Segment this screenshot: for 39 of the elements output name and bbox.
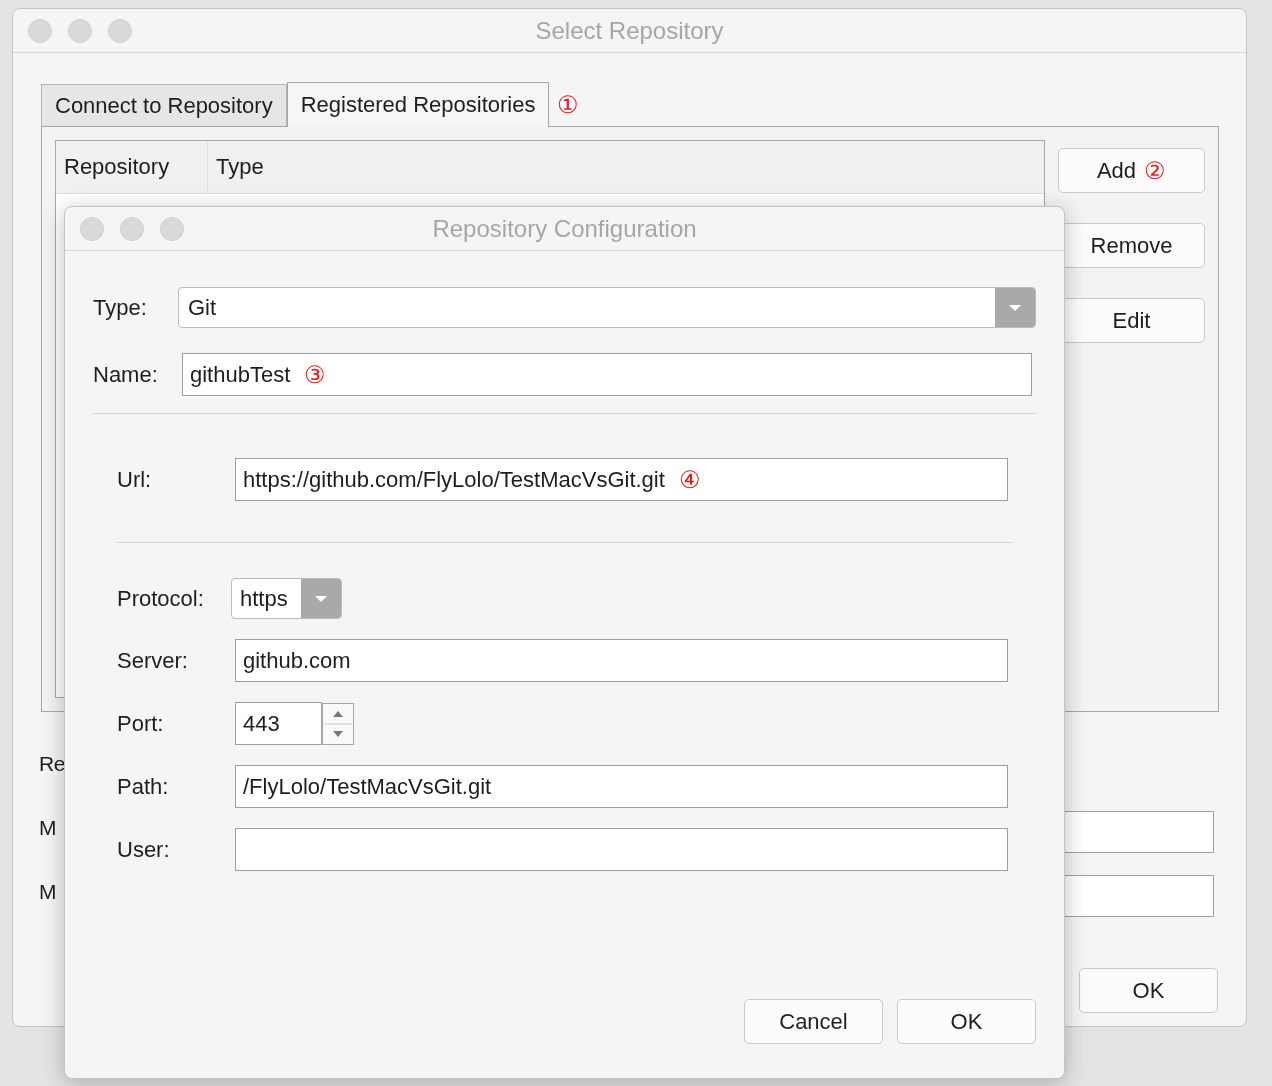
side-button[interactable]: Add ② [1058,148,1205,193]
dropdown-arrow-icon [301,579,341,618]
window-button[interactable] [160,216,184,241]
annotation-number: ① [557,90,580,119]
field-label: Server: [117,647,189,674]
dialog-button[interactable]: Cancel [744,999,883,1044]
window-button[interactable] [108,18,132,43]
field-label: Protocol: [117,585,205,612]
text-field[interactable]: github.com [235,639,1008,682]
field-label: User: [117,836,171,863]
port-field[interactable]: 443 [235,702,322,745]
window-button[interactable] [68,18,92,43]
window-button[interactable] [28,18,52,43]
field-label: Url: [117,466,153,493]
stepper-icon[interactable] [322,702,354,745]
name-field[interactable]: githubTest ③ [182,353,1032,396]
field-label: M [39,880,57,904]
ok-button[interactable]: OK [1079,968,1218,1013]
type-dropdown[interactable]: Git [178,287,1036,328]
column-header[interactable]: Type [208,141,272,193]
window-title: Repository Configuration [432,214,697,243]
tab[interactable]: Connect to Repository [41,84,287,126]
protocol-dropdown[interactable]: https [231,578,342,619]
field-label: Type: [93,294,148,321]
field-label: Name: [93,361,159,388]
url-field[interactable]: https://github.com/FlyLolo/TestMacVsGit.git ④ [235,458,1008,501]
field-label: Port: [117,710,165,737]
field-label: M [39,816,57,840]
window-title: Select Repository [535,16,724,45]
text-field[interactable]: /FlyLolo/TestMacVsGit.git [235,765,1008,808]
window-button[interactable] [120,216,144,241]
field-label: Re [39,752,66,776]
dialog-button[interactable]: OK [897,999,1036,1044]
column-header[interactable]: Repository [56,141,208,193]
tab[interactable]: Registered Repositories [286,82,550,127]
dropdown-arrow-icon [995,288,1035,327]
text-field[interactable] [235,828,1008,871]
field-label: Path: [117,773,170,800]
window-button[interactable] [80,216,104,241]
